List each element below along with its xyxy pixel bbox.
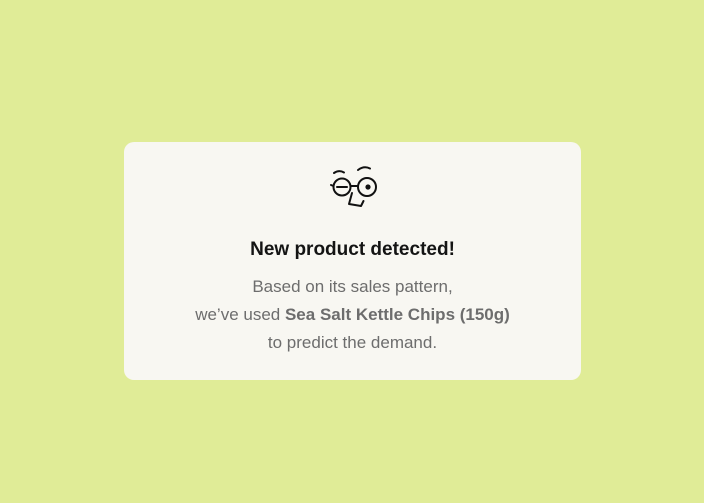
new-product-notice-card: New product detected! Based on its sales…	[124, 142, 581, 380]
product-name: Sea Salt Kettle Chips (150g)	[284, 305, 510, 324]
notice-message: Based on its sales pattern, we’ve used S…	[124, 273, 581, 357]
message-line-3: to predict the demand.	[267, 333, 438, 352]
nerd-face-glasses-icon	[327, 164, 379, 210]
message-line-1: Based on its sales pattern,	[252, 277, 453, 296]
notice-title: New product detected!	[250, 239, 455, 260]
message-line-2: we’ve used Sea Salt Kettle Chips (150g)	[124, 301, 581, 329]
message-line-2-prefix: we’ve used	[195, 305, 285, 324]
